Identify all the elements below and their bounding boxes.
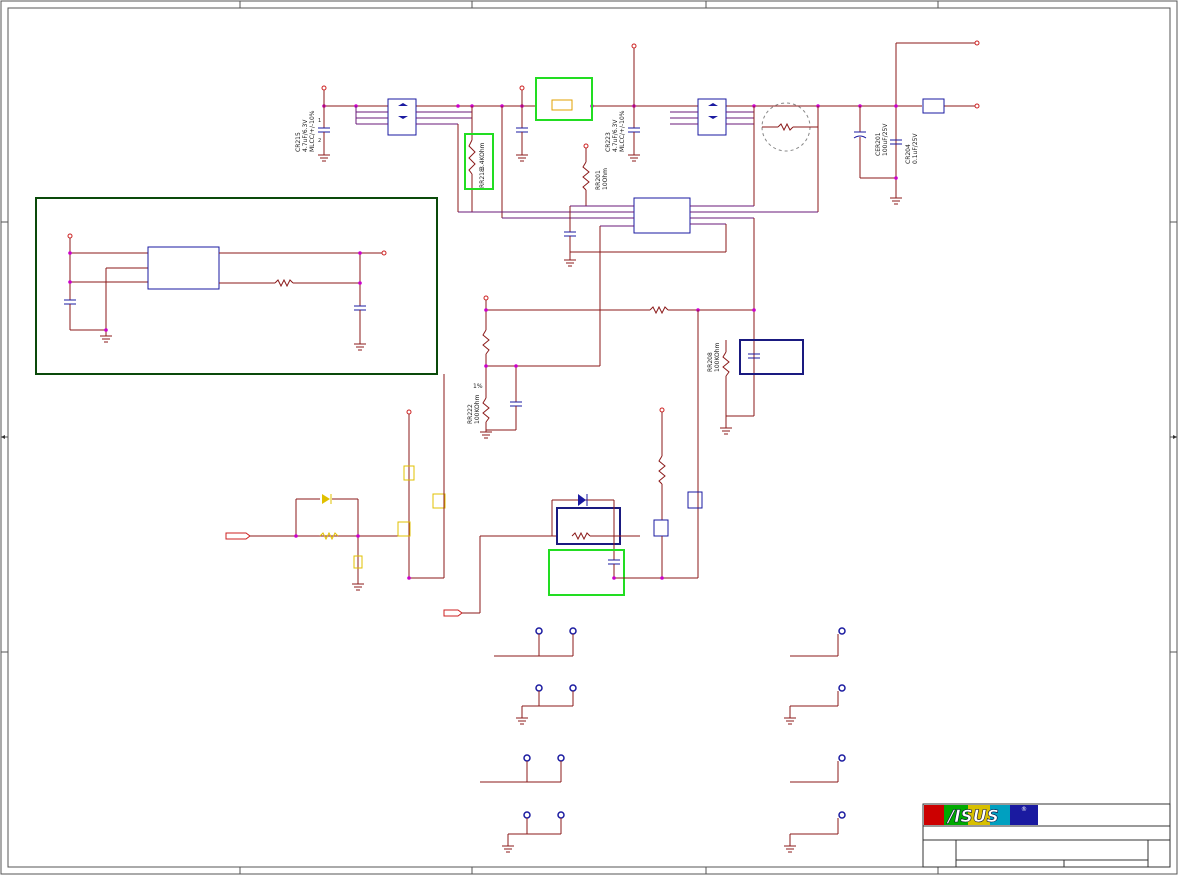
asus-logo: /ISUS [946,807,999,827]
cr215-ref: CR215 [295,132,302,152]
rr208-ref: RR208 [707,352,714,372]
sense-resistor-optional [753,102,819,212]
rr222-value: 100KOhm [474,394,481,424]
sheet-frame [0,0,1178,875]
logo-registered-mark: ® [1021,806,1027,813]
cr223-value: 4.7uF/6.3V [612,119,619,152]
mosfet-right [670,98,754,136]
cer201-value: 100uF/25V [882,123,889,156]
output-capacitors: CER201 100uF/25V CR204 0.1uF/25V [853,106,919,205]
test-points [480,627,846,853]
rr201-ref: RR201 [595,170,602,190]
rr218-value: 3.4KOhm [479,142,486,170]
mid-capacitor-section [501,77,593,218]
diode-resistor-highlight [556,507,621,545]
regulator-group-box [35,197,438,375]
rr208-highlight [739,339,804,375]
resistor-rr201: RR201 10Ohm [582,143,609,206]
rr222-ref: RR222 [467,404,474,424]
bottom-highlight-box [548,549,625,596]
protection-circuit [443,407,703,617]
cr215-spec: MLCC/+/-10% [309,110,316,152]
cr215-value: 4.7uF/6.3V [302,119,309,152]
controller-ic [457,124,818,416]
rr222-tolerance: 1% [473,383,483,390]
resistor-rr208: RR208 100KOhm [697,310,804,578]
mosfet-left [355,98,472,136]
top-highlight-box [535,77,593,121]
cr204-value: 0.1uF/25V [912,133,919,164]
schematic-canvas: 1 2 CR215 4.7uF/6.3V MLCC/+/-10% RR218 3… [0,0,1178,875]
top-power-rail [322,40,980,178]
resistor-rr218: RR218 3.4KOhm [464,106,494,212]
svg-text:2: 2 [318,138,321,144]
rr201-value: 10Ohm [602,168,609,190]
cr204-ref: CR204 [905,144,912,164]
svg-text:1: 1 [318,118,321,124]
rr208-value: 100KOhm [714,342,721,372]
enable-switch-circuit [225,374,446,591]
cer201-ref: CER201 [875,132,882,156]
cr223-spec: MLCC/+/-10% [619,110,626,152]
title-block: /ISUS ® [922,803,1171,868]
logo-red-block [924,805,944,825]
capacitor-cr223: CR223 4.7uF/6.3V MLCC/+/-10% [605,43,640,162]
capacitor-cr215: 1 2 CR215 4.7uF/6.3V MLCC/+/-10% [295,85,330,162]
rr218-ref: RR218 [479,168,486,188]
schematic-sheet: 1 2 CR215 4.7uF/6.3V MLCC/+/-10% RR218 3… [0,0,1178,876]
cr223-ref: CR223 [605,132,612,152]
